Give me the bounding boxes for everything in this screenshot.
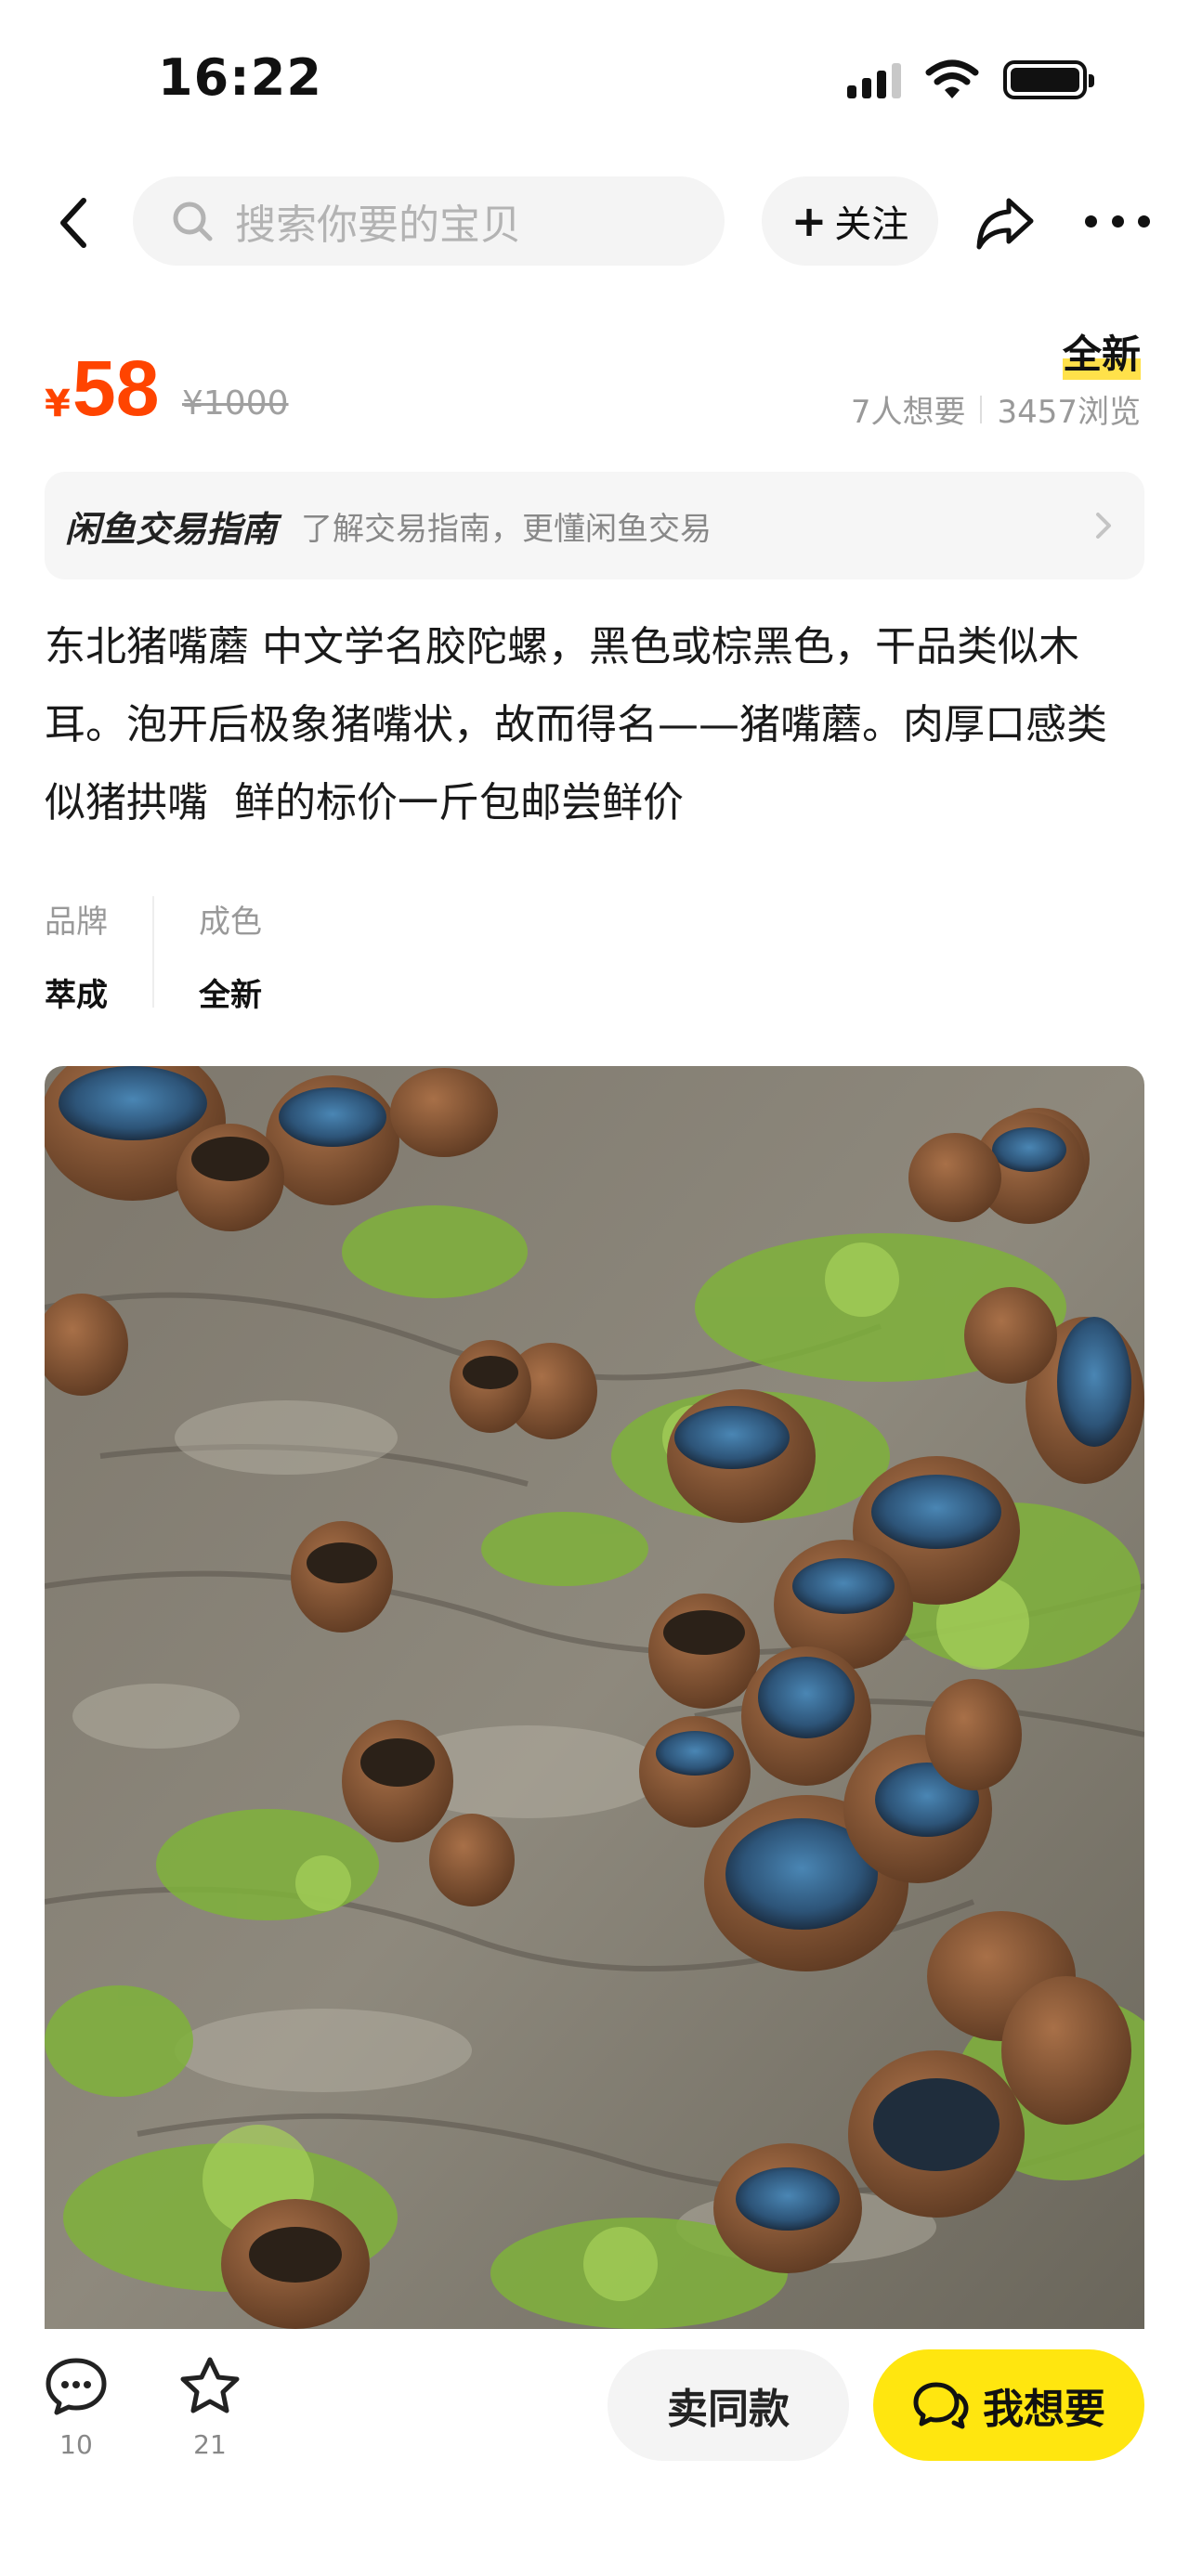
attribute-brand: 品牌 萃成 [45, 896, 152, 1014]
search-input[interactable]: 搜索你要的宝贝 [133, 176, 725, 266]
original-price: ¥1000 [182, 384, 289, 423]
attribute-value: 全新 [199, 977, 262, 1014]
status-icons [847, 59, 1094, 100]
sell-same-button[interactable]: 卖同款 [608, 2349, 849, 2461]
cellular-signal-icon [847, 61, 901, 98]
plus-icon: + [790, 196, 828, 246]
comment-icon [46, 2358, 107, 2415]
item-attributes: 品牌 萃成 成色 全新 [45, 896, 307, 1014]
bottom-action-bar: 10 21 卖同款 我想要 [0, 2329, 1189, 2576]
chevron-right-icon [1096, 513, 1111, 539]
condition-badge: 全新 [1062, 323, 1141, 380]
chat-icon [913, 2382, 969, 2429]
nav-bar: 搜索你要的宝贝 + 关注 [0, 176, 1189, 269]
mushroom-photo [45, 1066, 1144, 2329]
attribute-key: 成色 [199, 904, 262, 941]
follow-button[interactable]: + 关注 [762, 176, 938, 266]
trade-guide-banner[interactable]: 闲鱼交易指南 了解交易指南，更懂闲鱼交易 [45, 472, 1144, 579]
stats-divider [980, 395, 983, 423]
wifi-icon [925, 59, 979, 98]
guide-title: 闲鱼交易指南 [65, 508, 278, 550]
attribute-condition: 成色 全新 [152, 896, 307, 1014]
battery-icon [1003, 60, 1094, 99]
status-bar: 16:22 [0, 0, 1189, 158]
attribute-key: 品牌 [45, 904, 108, 941]
comment-button[interactable]: 10 [39, 2355, 113, 2460]
share-icon[interactable] [973, 191, 1037, 254]
item-description: 东北猪嘴蘑 中文学名胶陀螺，黑色或棕黑色，干品类似木耳。泡开后极象猪嘴状，故而得… [45, 623, 1107, 826]
price-row: ¥ 58 ¥1000 全新 7人想要 3457浏览 [45, 323, 1144, 446]
back-icon[interactable] [43, 191, 106, 254]
wants-count: 7人想要 [850, 394, 966, 431]
want-label: 我想要 [983, 2386, 1105, 2433]
favorite-count: 21 [193, 2429, 227, 2460]
favorite-button[interactable]: 21 [173, 2355, 247, 2460]
star-icon [180, 2357, 240, 2413]
attribute-value: 萃成 [45, 977, 108, 1014]
price-value: 58 [72, 345, 160, 432]
search-icon [173, 202, 213, 241]
views-count: 3457浏览 [997, 394, 1141, 431]
comment-count: 10 [59, 2429, 93, 2460]
item-stats: 7人想要 3457浏览 [851, 386, 1141, 432]
follow-label: 关注 [834, 203, 909, 246]
currency-symbol: ¥ [45, 383, 71, 425]
more-icon[interactable] [1085, 202, 1150, 240]
want-button[interactable]: 我想要 [873, 2349, 1144, 2461]
product-photo[interactable] [45, 1066, 1144, 2329]
guide-description: 了解交易指南，更懂闲鱼交易 [301, 510, 712, 548]
status-time: 16:22 [158, 48, 322, 107]
search-placeholder: 搜索你要的宝贝 [235, 202, 521, 249]
